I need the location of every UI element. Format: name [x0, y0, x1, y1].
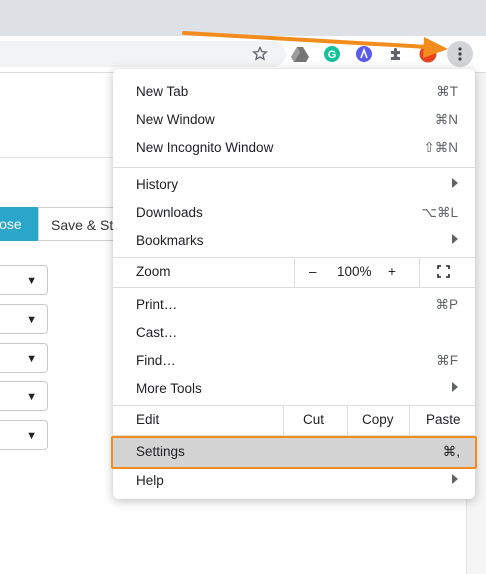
caret-down-icon: ▼: [26, 430, 37, 442]
address-bar[interactable]: [0, 41, 286, 67]
menu-item-label: History: [136, 177, 179, 192]
dropdown-select[interactable]: ▼: [0, 304, 48, 334]
more-vert-icon: [458, 47, 462, 61]
menu-item-label: Print…: [136, 297, 178, 312]
edit-divider: [409, 405, 410, 435]
menu-item-shortcut: ⇧⌘N: [423, 140, 458, 155]
edit-divider: [283, 405, 284, 435]
menu-item-label: Settings: [136, 444, 185, 459]
svg-text:G: G: [328, 49, 337, 61]
menu-item-label: Find…: [136, 353, 176, 368]
menu-divider: [113, 167, 475, 168]
menu-item-shortcut: ⌘N: [434, 112, 458, 127]
menu-item-shortcut: ⌘P: [435, 297, 458, 312]
menu-item-label: Cast…: [136, 325, 178, 340]
fullscreen-icon[interactable]: [437, 265, 450, 281]
submenu-arrow-icon: [452, 178, 458, 188]
menu-item-label: New Incognito Window: [136, 140, 274, 155]
caret-down-icon: ▼: [26, 353, 37, 365]
menu-item-new-tab[interactable]: New Tab ⌘T: [113, 77, 475, 105]
submenu-arrow-icon: [452, 474, 458, 484]
menu-item-shortcut: ⌘,: [442, 444, 460, 459]
menu-item-more-tools[interactable]: More Tools: [113, 374, 475, 402]
menu-item-history[interactable]: History: [113, 170, 475, 198]
menu-item-new-window[interactable]: New Window ⌘N: [113, 105, 475, 133]
paste-button[interactable]: Paste: [426, 412, 461, 427]
edit-label: Edit: [136, 412, 160, 427]
dropdown-select[interactable]: ▼: [0, 343, 48, 373]
bookmark-star-icon[interactable]: [250, 44, 270, 64]
menu-item-shortcut: ⌥⌘L: [421, 205, 458, 220]
menu-item-help[interactable]: Help: [113, 466, 475, 494]
cut-button[interactable]: Cut: [303, 412, 324, 427]
close-button[interactable]: lose: [0, 207, 38, 241]
zoom-row: Zoom – 100% +: [113, 257, 475, 287]
more-menu-button[interactable]: [447, 41, 473, 67]
menu-item-print[interactable]: Print… ⌘P: [113, 290, 475, 318]
zoom-level: 100%: [337, 264, 372, 279]
dropdown-select[interactable]: ▼: [0, 420, 48, 450]
submenu-arrow-icon: [452, 234, 458, 244]
menu-item-downloads[interactable]: Downloads ⌥⌘L: [113, 198, 475, 226]
edit-row: Edit Cut Copy Paste: [113, 405, 475, 435]
menu-item-find[interactable]: Find… ⌘F: [113, 346, 475, 374]
dropdown-select[interactable]: ▼: [0, 381, 48, 411]
menu-item-label: Bookmarks: [136, 233, 204, 248]
menu-item-label: More Tools: [136, 381, 202, 396]
menu-item-new-incognito-window[interactable]: New Incognito Window ⇧⌘N: [113, 133, 475, 161]
caret-down-icon: ▼: [26, 314, 37, 326]
submenu-arrow-icon: [452, 382, 458, 392]
edit-divider: [347, 405, 348, 435]
zoom-divider: [419, 257, 420, 287]
menu-item-cast[interactable]: Cast…: [113, 318, 475, 346]
menu-item-settings[interactable]: Settings ⌘,: [111, 436, 477, 469]
menu-divider: [113, 287, 475, 288]
zoom-label: Zoom: [136, 264, 171, 279]
menu-item-label: New Tab: [136, 84, 189, 99]
menu-item-label: Downloads: [136, 205, 203, 220]
menu-item-shortcut: ⌘T: [436, 84, 458, 99]
extension-blue-icon[interactable]: [354, 44, 374, 64]
dropdown-select[interactable]: ▼: [0, 265, 48, 295]
menu-item-bookmarks[interactable]: Bookmarks: [113, 226, 475, 254]
menu-item-label: New Window: [136, 112, 215, 127]
browser-title-bar: [0, 0, 486, 36]
menu-item-shortcut: ⌘F: [436, 353, 458, 368]
zoom-divider: [294, 257, 295, 287]
extensions-puzzle-icon[interactable]: [386, 44, 406, 64]
zoom-out-button[interactable]: –: [309, 264, 317, 279]
copy-button[interactable]: Copy: [362, 412, 394, 427]
caret-down-icon: ▼: [26, 275, 37, 287]
profile-icon[interactable]: [418, 44, 438, 64]
browser-toolbar: [0, 36, 486, 73]
menu-item-label: Help: [136, 473, 164, 488]
google-drive-icon[interactable]: [290, 44, 310, 64]
caret-down-icon: ▼: [26, 391, 37, 403]
grammarly-icon[interactable]: G: [322, 44, 342, 64]
zoom-in-button[interactable]: +: [388, 264, 396, 279]
chrome-main-menu: New Tab ⌘T New Window ⌘N New Incognito W…: [111, 69, 477, 499]
